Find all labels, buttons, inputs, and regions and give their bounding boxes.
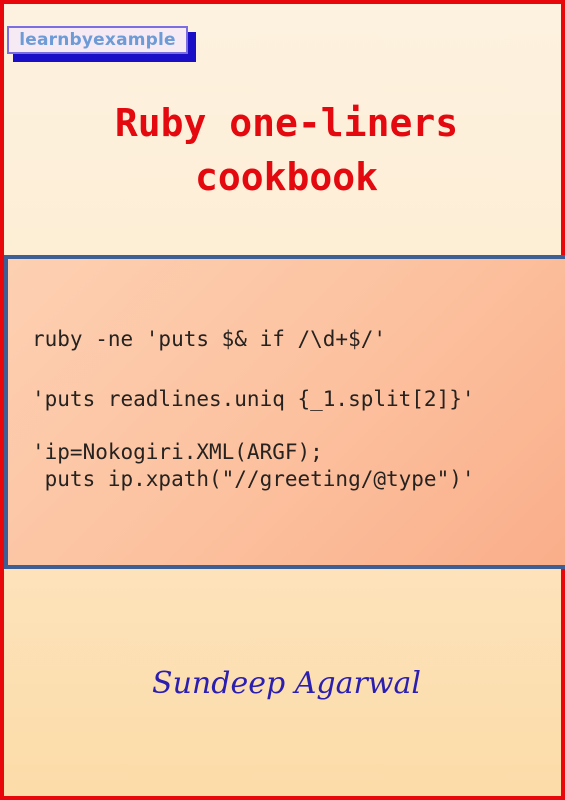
book-title-line-1: Ruby one-liners [114, 101, 459, 145]
publisher-badge-label: learnbyexample [19, 30, 176, 50]
code-example: 'ip=Nokogiri.XML(ARGF); puts ip.xpath("/… [32, 440, 475, 491]
publisher-badge: learnbyexample [7, 26, 188, 54]
code-example: 'puts readlines.uniq {_1.split[2]}' [32, 387, 475, 411]
author-name: Sundeep Agarwal [152, 666, 421, 701]
book-title: Ruby one-liners cookbook [4, 96, 565, 204]
book-title-line-2: cookbook [194, 155, 379, 199]
code-example: ruby -ne 'puts $& if /\d+$/' [32, 327, 387, 351]
code-examples-panel: ruby -ne 'puts $& if /\d+$/' 'puts readl… [4, 255, 565, 569]
book-cover: learnbyexample Ruby one-liners cookbook … [0, 0, 565, 800]
